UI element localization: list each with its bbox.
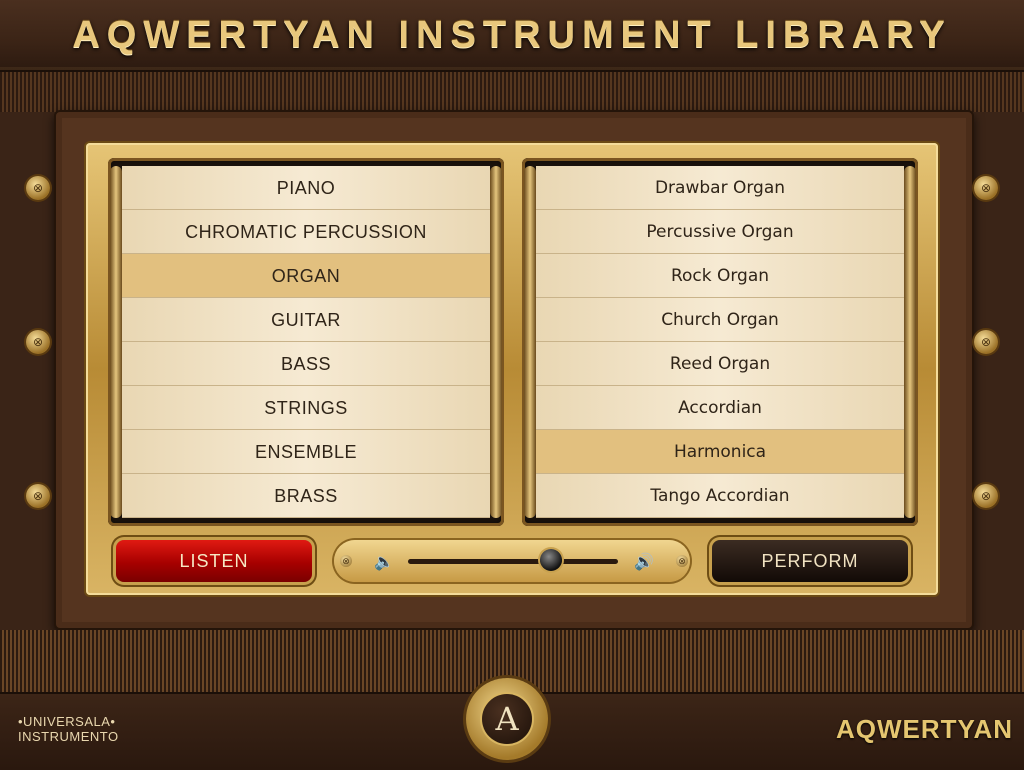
category-row[interactable]: BASS [122,342,490,386]
brand-left-line2: INSTRUMENTO [18,729,119,744]
screw-icon: ⊗ [340,555,352,567]
instrument-row[interactable]: Accordian [536,386,904,430]
category-row[interactable]: CHROMATIC PERCUSSION [122,210,490,254]
category-row[interactable]: STRINGS [122,386,490,430]
hinge-icon: ⊗ [974,484,998,508]
logo-button[interactable]: A [482,694,532,744]
category-list[interactable]: PIANO CHROMATIC PERCUSSION ORGAN GUITAR BASS… [122,166,490,518]
right-scroll-roller-right [904,166,916,518]
app-title: AQWERTYAN INSTRUMENT LIBRARY [72,14,952,56]
hinge-icon: ⊗ [26,484,50,508]
instrument-row[interactable]: Percussive Organ [536,210,904,254]
screw-icon: ⊗ [676,555,688,567]
aqwertyan-logo: AQWERTYAN [836,714,1014,744]
instrument-row[interactable]: Rock Organ [536,254,904,298]
instrument-row[interactable]: Harmonica [536,430,904,474]
category-row[interactable]: BRASS [122,474,490,518]
instrument-row[interactable]: Reed Organ [536,342,904,386]
category-row[interactable]: PIANO [122,166,490,210]
brand-left-line1: •UNIVERSALA• [18,714,116,729]
speaker-high-icon: 🔊 [634,554,654,571]
universala-logo: •UNIVERSALA• INSTRUMENTO [18,714,138,744]
category-row[interactable]: ENSEMBLE [122,430,490,474]
category-row[interactable]: GUITAR [122,298,490,342]
hinge-icon: ⊗ [26,330,50,354]
speaker-low-icon: 🔈 [374,554,394,571]
header-bar: AQWERTYAN INSTRUMENT LIBRARY [0,0,1024,72]
instrument-row[interactable]: Drawbar Organ [536,166,904,210]
left-scroll-roller-right [490,166,502,518]
perform-button[interactable]: PERFORM [712,540,908,582]
right-scroll-roller [524,166,536,518]
left-scroll-roller [110,166,122,518]
volume-slider-knob[interactable] [539,549,562,571]
hinge-icon: ⊗ [974,176,998,200]
category-row[interactable]: ORGAN [122,254,490,298]
volume-track[interactable] [408,559,618,564]
instrument-row[interactable]: Tango Accordian [536,474,904,518]
hinge-icon: ⊗ [26,176,50,200]
instrument-row[interactable]: Church Organ [536,298,904,342]
decorative-stripes-top [0,72,1024,112]
listen-button[interactable]: LISTEN [116,540,312,582]
hinge-icon: ⊗ [974,330,998,354]
instrument-list[interactable]: Drawbar Organ Percussive Organ Rock Organ C… [536,166,904,518]
